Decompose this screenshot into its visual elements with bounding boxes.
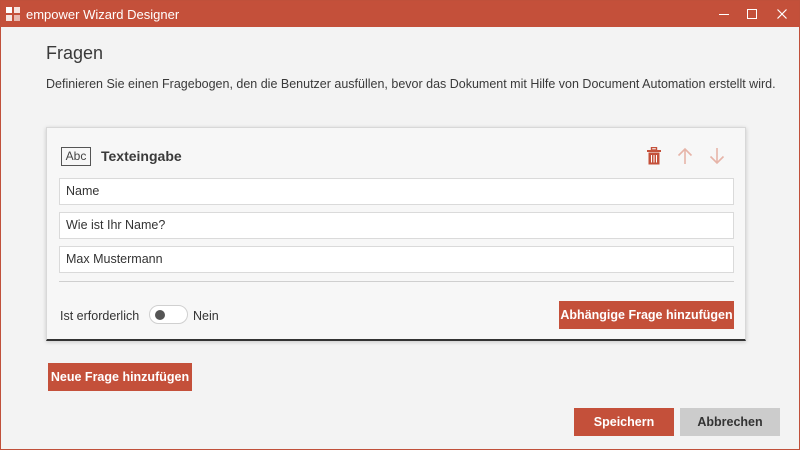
cancel-button[interactable]: Abbrechen [680, 408, 780, 436]
minimize-button[interactable] [709, 1, 739, 27]
close-icon [777, 9, 787, 19]
empower-logo-icon [5, 6, 21, 22]
minimize-icon [719, 14, 729, 15]
question-name-field[interactable]: Name [59, 178, 734, 205]
delete-question-button[interactable] [643, 145, 665, 167]
card-divider [59, 281, 734, 282]
save-button[interactable]: Speichern [574, 408, 674, 436]
required-state-text: Nein [193, 309, 219, 323]
required-label: Ist erforderlich [60, 309, 140, 323]
window-title: empower Wizard Designer [26, 7, 180, 22]
arrow-up-icon [677, 147, 693, 164]
question-text-field[interactable]: Wie ist Ihr Name? [59, 212, 734, 239]
required-toggle[interactable] [149, 305, 188, 324]
maximize-icon [747, 9, 757, 19]
close-button[interactable] [767, 1, 797, 27]
text-input-type-icon: Abc [61, 147, 91, 166]
move-down-button[interactable] [706, 145, 728, 167]
maximize-button[interactable] [737, 1, 767, 27]
toggle-knob [155, 310, 165, 320]
arrow-down-icon [709, 148, 725, 165]
app-window: empower Wizard Designer Fragen Definiere… [0, 0, 800, 450]
page-description: Definieren Sie einen Fragebogen, den die… [46, 77, 776, 91]
question-type-label: Texteingabe [101, 148, 182, 164]
delete-icon [647, 147, 661, 165]
move-up-button[interactable] [674, 145, 696, 167]
question-card: Abc Texteingabe Name Wie ist Ihr Name? M… [46, 127, 746, 341]
page-title: Fragen [46, 43, 104, 63]
add-dependent-question-button[interactable]: Abhängige Frage hinzufügen [559, 301, 734, 329]
add-question-button[interactable]: Neue Frage hinzufügen [48, 363, 192, 391]
title-bar[interactable]: empower Wizard Designer [1, 1, 799, 27]
question-default-field[interactable]: Max Mustermann [59, 246, 734, 273]
